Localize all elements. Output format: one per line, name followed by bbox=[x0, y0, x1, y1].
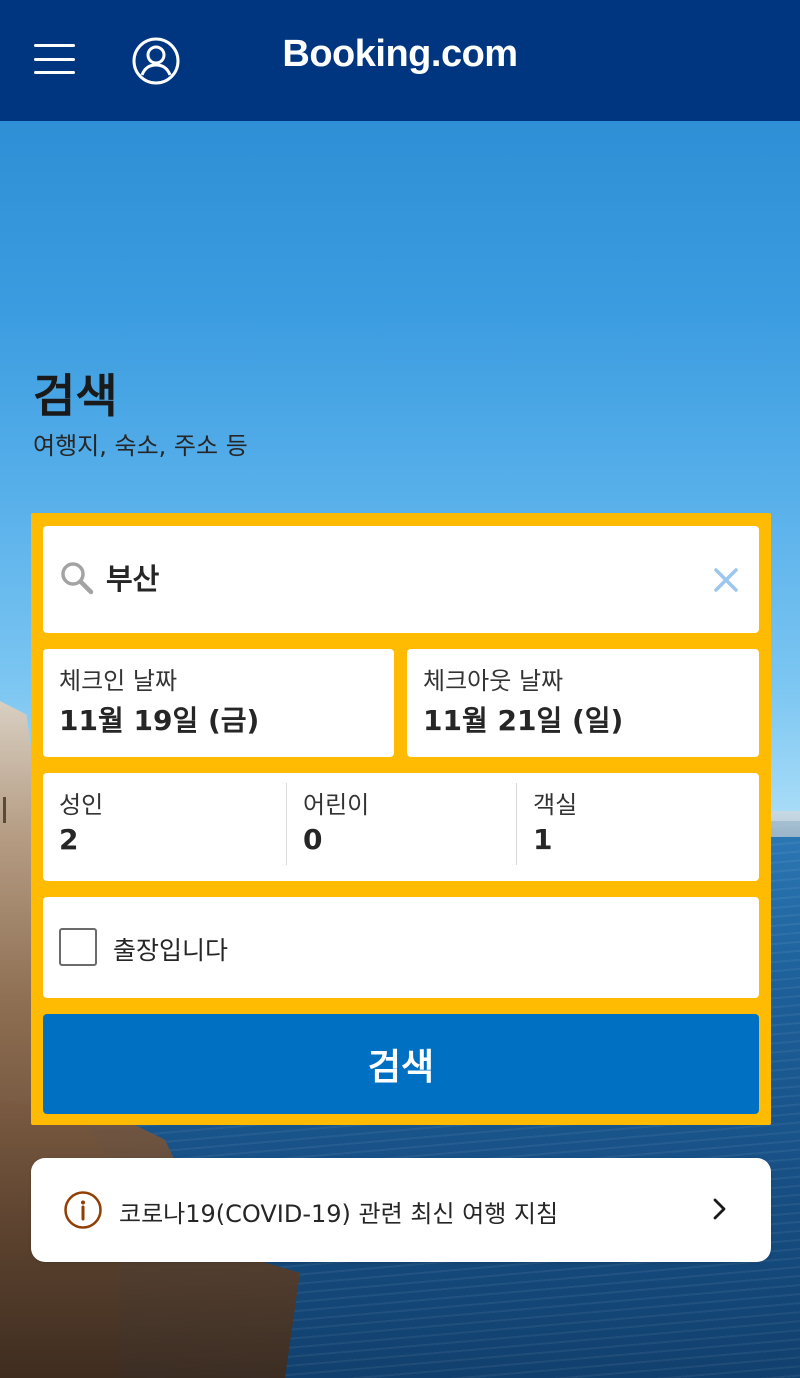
search-form: 부산 체크인 날짜 11월 19일 (금) 체크아웃 날짜 11월 21일 (일… bbox=[31, 513, 771, 1125]
destination-field[interactable]: 부산 bbox=[43, 526, 759, 633]
covid-banner[interactable]: 코로나19(COVID-19) 관련 최신 여행 지침 bbox=[31, 1158, 771, 1262]
checkin-value: 11월 19일 (금) bbox=[59, 704, 260, 737]
rooms-label: 객실 bbox=[533, 791, 578, 819]
checkin-date-field[interactable]: 체크인 날짜 11월 19일 (금) bbox=[43, 649, 394, 757]
business-trip-field[interactable]: 출장입니다 bbox=[43, 897, 759, 998]
booking-logo[interactable]: Booking.com bbox=[0, 33, 800, 76]
children-label: 어린이 bbox=[303, 791, 370, 819]
clear-icon[interactable] bbox=[710, 564, 742, 596]
adults-label: 성인 bbox=[59, 791, 104, 819]
adults-value: 2 bbox=[59, 823, 79, 856]
checkin-label: 체크인 날짜 bbox=[59, 667, 178, 695]
children-value: 0 bbox=[303, 823, 323, 856]
checkout-date-field[interactable]: 체크아웃 날짜 11월 21일 (일) bbox=[407, 649, 759, 757]
pole bbox=[3, 797, 6, 823]
rooms-selector[interactable]: 객실 1 bbox=[517, 773, 759, 881]
search-button[interactable]: 검색 bbox=[43, 1014, 759, 1114]
checkout-label: 체크아웃 날짜 bbox=[423, 667, 564, 695]
business-trip-checkbox[interactable] bbox=[59, 928, 97, 966]
business-trip-label: 출장입니다 bbox=[113, 936, 229, 965]
page-title: 검색 bbox=[33, 369, 118, 423]
adults-selector[interactable]: 성인 2 bbox=[43, 773, 286, 881]
top-bar: Booking.com bbox=[0, 0, 800, 121]
chevron-right-icon bbox=[713, 1198, 726, 1220]
rooms-value: 1 bbox=[533, 823, 553, 856]
destination-value: 부산 bbox=[106, 562, 160, 596]
covid-banner-text: 코로나19(COVID-19) 관련 최신 여행 지침 bbox=[119, 1200, 559, 1228]
search-icon bbox=[61, 562, 94, 595]
checkout-value: 11월 21일 (일) bbox=[423, 704, 624, 737]
page-subtitle: 여행지, 숙소, 주소 등 bbox=[33, 432, 248, 460]
info-icon bbox=[64, 1191, 102, 1229]
children-selector[interactable]: 어린이 0 bbox=[287, 773, 516, 881]
guests-field: 성인 2 어린이 0 객실 1 bbox=[43, 773, 759, 881]
